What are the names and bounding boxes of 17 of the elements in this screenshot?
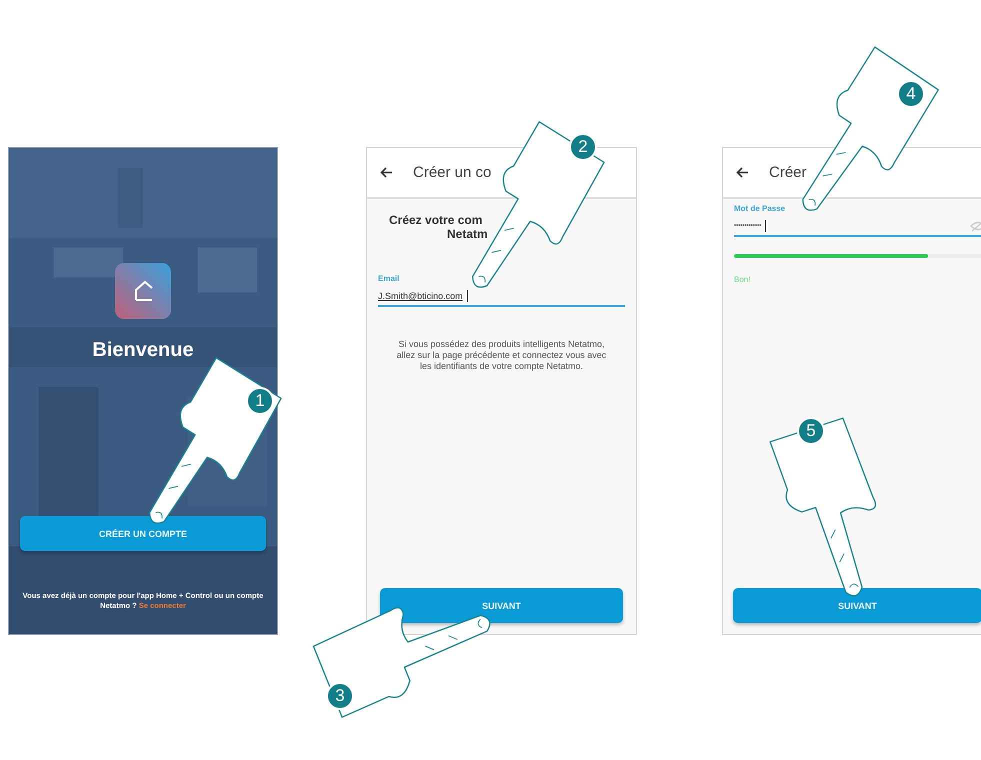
back-icon[interactable] [736,167,749,178]
next-button[interactable]: SUIVANT [733,588,981,623]
screen-title: Créer un co [413,164,492,181]
back-icon[interactable] [380,167,393,178]
form-heading: Créez votre com [389,213,482,227]
step-badge: 2 [569,133,597,161]
strength-text: Bon! [734,275,752,284]
screen-title: Créer [769,164,807,181]
info-text: Si vous possédez des produits intelligents Netatmo, allez sur la page précédente et connectez vous avec les identifiants de votre compte Netatmo. [396,339,607,372]
create-account-button[interactable]: CRÉER UN COMPTE [20,516,266,551]
field-label: Mot de Passe [734,204,786,213]
form-heading: Netatm [447,227,488,241]
field-label: Email [378,274,400,283]
email-field[interactable]: J.Smith@bticino.com [378,287,625,307]
welcome-title: Bienvenue [92,339,194,362]
home-icon[interactable] [115,263,171,319]
next-button[interactable]: SUIVANT [380,588,623,623]
